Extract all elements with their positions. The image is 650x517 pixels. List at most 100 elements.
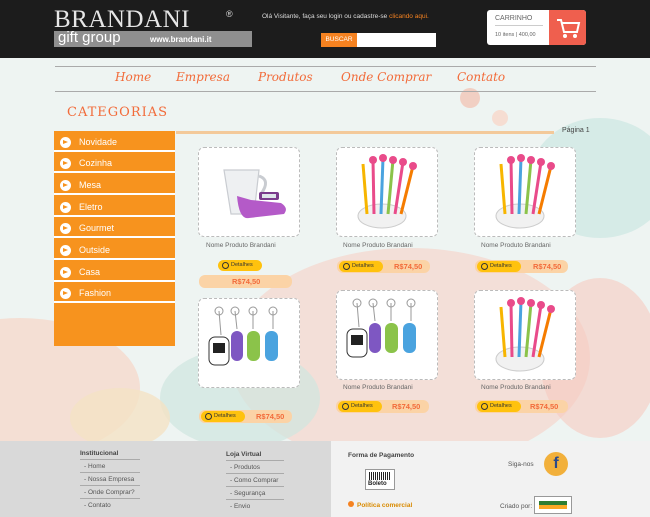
category-casa[interactable]: Casa (54, 263, 175, 282)
category-label: Outside (79, 245, 111, 255)
footer-link-envio[interactable]: - Envio (230, 503, 250, 510)
details-button[interactable]: Detalhes (338, 401, 382, 412)
footer-link-contato[interactable]: - Contato (84, 502, 111, 509)
page-indicator[interactable]: Página 1 (562, 127, 590, 134)
category-eletro[interactable]: Eletro (54, 198, 175, 217)
policy-label: Política comercial (357, 502, 413, 509)
product-card-4[interactable] (198, 298, 300, 388)
product-card-3[interactable] (474, 147, 576, 237)
footer-link-produtos[interactable]: - Produtos (230, 464, 260, 471)
details-button[interactable]: Detalhes (477, 261, 521, 272)
product-card-6[interactable] (474, 290, 576, 380)
shopping-cart-icon[interactable] (549, 10, 586, 45)
footer-divider (226, 499, 284, 500)
product-image (495, 297, 555, 372)
details-button[interactable]: Detalhes (218, 260, 262, 271)
product-name[interactable]: Nome Produto Brandani (481, 384, 551, 391)
nav-empresa[interactable]: Empresa (176, 70, 230, 84)
category-label: Casa (79, 267, 101, 277)
logo-url: www.brandani.it (150, 35, 212, 44)
search-button[interactable]: BUSCAR (321, 33, 357, 47)
product-price: R$74,50 (232, 277, 261, 286)
footer-link-seguranca[interactable]: - Segurança (230, 490, 265, 497)
footer-divider (80, 472, 140, 473)
details-label: Detalhes (214, 413, 236, 419)
nav-produtos[interactable]: Produtos (258, 70, 313, 84)
footer-divider (226, 460, 284, 461)
search-input[interactable] (357, 33, 436, 47)
product-name[interactable]: Nome Produto Brandani (343, 242, 413, 249)
follow-us-label: Siga-nos (508, 461, 534, 468)
details-button[interactable]: Detalhes (201, 411, 245, 422)
arrow-right-icon (60, 137, 71, 148)
cart-divider (495, 25, 543, 26)
magnifier-icon (481, 263, 488, 270)
category-label: Cozinha (79, 158, 113, 168)
boleto-label: Boleto (368, 481, 387, 487)
footer-link-home[interactable]: - Home (84, 463, 105, 470)
arrow-right-icon (60, 288, 71, 299)
login-link[interactable]: clicando aqui. (389, 13, 429, 20)
star-icon (348, 501, 354, 507)
nav-contato[interactable]: Contato (457, 70, 505, 84)
arrow-right-icon (60, 158, 71, 169)
nav-home[interactable]: Home (115, 70, 151, 84)
footer-loja-title: Loja Virtual (226, 451, 262, 458)
product-card-5[interactable] (336, 290, 438, 380)
payment-title: Forma de Pagamento (348, 452, 415, 459)
product-name[interactable]: Nome Produto Brandani (343, 384, 413, 391)
developer-logo[interactable] (534, 496, 572, 514)
details-button[interactable]: Detalhes (339, 261, 383, 272)
category-label: Fashion (79, 288, 112, 298)
product-card-2[interactable] (336, 147, 438, 237)
created-by-label: Criado por: (500, 503, 533, 510)
category-mesa[interactable]: Mesa (54, 176, 175, 195)
product-price: R$74,50 (394, 262, 423, 271)
category-outside[interactable]: Outside (54, 241, 175, 260)
welcome-text: Olá Visitante, faça seu login ou cadastr… (262, 13, 388, 20)
product-image (495, 154, 555, 229)
product-card-1[interactable] (198, 147, 300, 237)
category-gourmet[interactable]: Gourmet (54, 219, 175, 238)
arrow-right-icon (60, 180, 71, 191)
category-label: Gourmet (79, 223, 115, 233)
arrow-right-icon (60, 202, 71, 213)
footer-link-onde-comprar[interactable]: - Onde Comprar? (84, 489, 135, 496)
product-image (223, 169, 286, 219)
nav-bottom-rule (55, 91, 596, 92)
footer-divider (80, 485, 140, 486)
category-label: Eletro (79, 202, 103, 212)
nav-top-rule (55, 66, 596, 67)
product-name[interactable]: Nome Produto Brandani (206, 242, 276, 249)
product-price: R$74,50 (256, 412, 285, 421)
details-button[interactable]: Detalhes (477, 401, 521, 412)
magnifier-icon (342, 403, 349, 410)
policy-link[interactable]: Política comercial (348, 501, 412, 509)
details-label: Detalhes (490, 403, 512, 409)
category-label: Mesa (79, 180, 102, 190)
site-header: BRANDANI ® gift group www.brandani.it Ol… (0, 0, 650, 58)
category-cozinha[interactable]: Cozinha (54, 154, 175, 173)
magnifier-icon (205, 413, 212, 420)
logo-subtitle: gift group (58, 29, 121, 46)
category-fashion[interactable]: Fashion (54, 284, 175, 303)
details-label: Detalhes (490, 263, 512, 269)
cart-summary: 10 itens | 400,00 (495, 32, 536, 38)
product-image (208, 306, 278, 366)
product-name[interactable]: Nome Produto Brandani (481, 242, 551, 249)
footer-divider (226, 486, 284, 487)
product-price: R$74,50 (533, 262, 562, 271)
footer-link-empresa[interactable]: - Nossa Empresa (84, 476, 134, 483)
arrow-right-icon (60, 245, 71, 256)
footer-link-como-comprar[interactable]: - Como Comprar (230, 477, 278, 484)
footer-divider (226, 473, 284, 474)
footer-institucional-title: Institucional (80, 450, 119, 457)
cart-title: CARRINHO (495, 15, 533, 22)
arrow-right-icon (60, 267, 71, 278)
nav-onde-comprar[interactable]: Onde Comprar (341, 70, 431, 84)
category-label: Novidade (79, 137, 118, 147)
facebook-icon[interactable]: f (544, 452, 568, 476)
category-novidade[interactable]: Novidade (54, 133, 175, 152)
cart-widget[interactable]: CARRINHO 10 itens | 400,00 (487, 10, 586, 45)
product-price: R$74,50 (392, 402, 421, 411)
